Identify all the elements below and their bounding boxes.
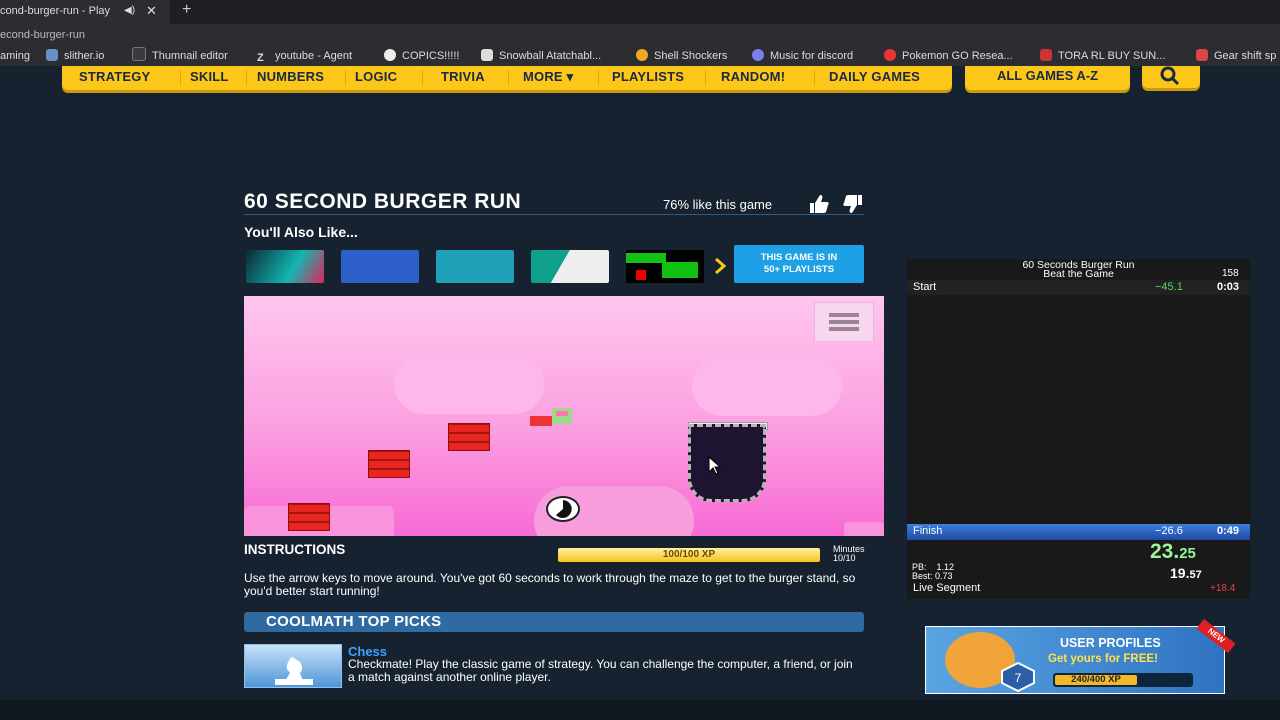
bookmark-favicon-icon xyxy=(46,49,58,61)
all-games-button[interactable]: ALL GAMES A-Z xyxy=(965,66,1130,90)
browser-tab-strip xyxy=(0,0,1280,24)
related-game-thumbnail[interactable] xyxy=(341,250,419,283)
nav-item-random[interactable]: RANDOM! xyxy=(721,69,785,84)
nav-item-more[interactable]: MORE ▾ xyxy=(523,69,573,85)
xp-progress-fill: 100/100 XP xyxy=(558,548,820,562)
cloud-decoration xyxy=(394,354,544,414)
search-button[interactable] xyxy=(1142,66,1200,88)
game-menu-button[interactable] xyxy=(814,302,874,342)
nav-item-playlists[interactable]: PLAYLISTS xyxy=(612,69,684,84)
live-segment-label: Live Segment xyxy=(913,582,981,594)
brick-block xyxy=(368,450,410,478)
related-game-thumbnail[interactable] xyxy=(436,250,514,283)
game-title: 60 SECOND BURGER RUN xyxy=(244,190,522,213)
pick-description: Checkmate! Play the classic game of stra… xyxy=(348,657,853,684)
address-bar[interactable]: econd-burger-run xyxy=(0,24,1280,46)
search-icon xyxy=(1160,66,1180,86)
bookmark-item[interactable]: Music for discord xyxy=(752,46,853,66)
split-finish-time: 0:49 xyxy=(1217,525,1240,537)
page-bottom-edge xyxy=(0,700,1280,720)
ad-xp-fill: 240/400 XP xyxy=(1055,675,1137,685)
nav-item-numbers[interactable]: NUMBERS xyxy=(257,69,324,84)
minutes-counter: Minutes 10/10 xyxy=(833,544,865,563)
timer-clock-icon xyxy=(546,496,580,522)
bookmark-favicon-icon xyxy=(132,47,146,61)
nav-item-logic[interactable]: LOGIC xyxy=(355,69,397,84)
bookmark-favicon-icon xyxy=(884,49,896,61)
new-tab-button[interactable]: + xyxy=(182,1,191,19)
bookmark-favicon-icon xyxy=(752,49,764,61)
segment-timer: 19.57 xyxy=(1170,565,1202,581)
level-badge-icon: 7 xyxy=(1001,662,1035,692)
browser-tab[interactable]: cond-burger-run - Play ◀) ✕ xyxy=(0,0,170,24)
ad-headline: USER PROFILES xyxy=(1060,636,1161,650)
url-text: econd-burger-run xyxy=(0,29,85,41)
player-character xyxy=(530,408,572,426)
bookmark-item[interactable]: Snowball Atatchabl... xyxy=(481,46,601,66)
thumbs-down-icon[interactable] xyxy=(842,194,864,214)
split-finish-delta: −26.6 xyxy=(1155,525,1183,537)
bookmark-favicon-icon xyxy=(481,49,493,61)
top-picks-heading: COOLMATH TOP PICKS xyxy=(266,613,442,630)
bookmark-item[interactable]: TORA RL BUY SUN... xyxy=(1040,46,1165,66)
bookmark-item[interactable]: slither.io xyxy=(46,46,104,66)
bookmark-item[interactable]: COPICS!!!!! xyxy=(384,46,459,66)
bookmark-favicon-icon xyxy=(384,49,396,61)
chess-piece-icon xyxy=(275,657,313,685)
cloud-decoration xyxy=(844,522,884,536)
instructions-text: Use the arrow keys to move around. You'v… xyxy=(244,571,856,598)
bookmark-favicon-icon: Z xyxy=(257,48,269,64)
bookmark-favicon-icon xyxy=(636,49,648,61)
bookmark-item[interactable]: aming xyxy=(0,46,30,66)
category-nav: STRATEGY SKILL NUMBERS LOGIC TRIVIA MORE… xyxy=(62,66,952,90)
game-canvas[interactable] xyxy=(244,296,884,536)
ad-subline: Get yours for FREE! xyxy=(1048,653,1158,665)
nav-item-daily-games[interactable]: DAILY GAMES xyxy=(829,69,920,84)
bookmarks-bar: aming slither.io Thumnail editor Zyoutub… xyxy=(0,46,1280,66)
livesplit-pb-stats: PB: 1.12 Best: 0.73 xyxy=(912,562,955,581)
instructions-heading: INSTRUCTIONS xyxy=(244,542,346,557)
livesplit-panel xyxy=(907,259,1250,599)
brick-block xyxy=(288,503,330,531)
split-finish-label: Finish xyxy=(913,525,943,537)
tab-title: cond-burger-run - Play xyxy=(0,5,111,17)
chess-thumbnail[interactable] xyxy=(244,644,342,688)
bookmark-favicon-icon xyxy=(1040,49,1052,61)
cloud-decoration xyxy=(692,356,842,416)
mouse-cursor-icon xyxy=(708,456,722,475)
brick-block xyxy=(448,423,490,451)
chevron-right-icon[interactable] xyxy=(713,257,729,275)
livesplit-attempts: 158 xyxy=(1222,268,1239,279)
livesplit-timer: 23.25 xyxy=(1150,540,1196,563)
related-game-thumbnail[interactable] xyxy=(246,250,324,283)
tab-audio-icon[interactable]: ◀) xyxy=(124,0,135,22)
nav-item-strategy[interactable]: STRATEGY xyxy=(79,69,150,84)
live-segment-delta: +18.4 xyxy=(1210,583,1236,594)
bookmark-item[interactable]: Pokemon GO Resea... xyxy=(884,46,1013,66)
bookmark-item[interactable]: Zyoutube - Agent xyxy=(257,46,352,66)
split-row-finish xyxy=(907,524,1250,540)
split-start-label: Start xyxy=(913,281,937,293)
title-divider xyxy=(244,214,864,215)
related-game-thumbnail[interactable] xyxy=(626,250,704,283)
bookmark-item[interactable]: Shell Shockers xyxy=(636,46,727,66)
bookmark-favicon-icon xyxy=(1196,49,1208,61)
nav-item-skill[interactable]: SKILL xyxy=(190,69,229,84)
playlists-button[interactable]: THIS GAME IS IN 50+ PLAYLISTS xyxy=(734,245,864,283)
livesplit-category: Beat the Game xyxy=(1043,268,1114,280)
split-start-time: 0:03 xyxy=(1217,281,1240,293)
tab-close-icon[interactable]: ✕ xyxy=(146,0,157,22)
split-row-start xyxy=(907,280,1250,295)
burger-stand-goal xyxy=(688,424,766,502)
nav-item-trivia[interactable]: TRIVIA xyxy=(441,69,485,84)
you-also-like-heading: You'll Also Like... xyxy=(244,224,358,240)
like-percentage: 76% like this game xyxy=(663,197,773,212)
related-game-thumbnail[interactable] xyxy=(531,250,609,283)
split-start-delta: −45.1 xyxy=(1155,281,1183,293)
bookmark-item[interactable]: Gear shift sp xyxy=(1196,46,1276,66)
svg-text:7: 7 xyxy=(1015,671,1022,685)
thumbs-up-icon[interactable] xyxy=(808,194,830,214)
bookmark-item[interactable]: Thumnail editor xyxy=(132,46,228,66)
